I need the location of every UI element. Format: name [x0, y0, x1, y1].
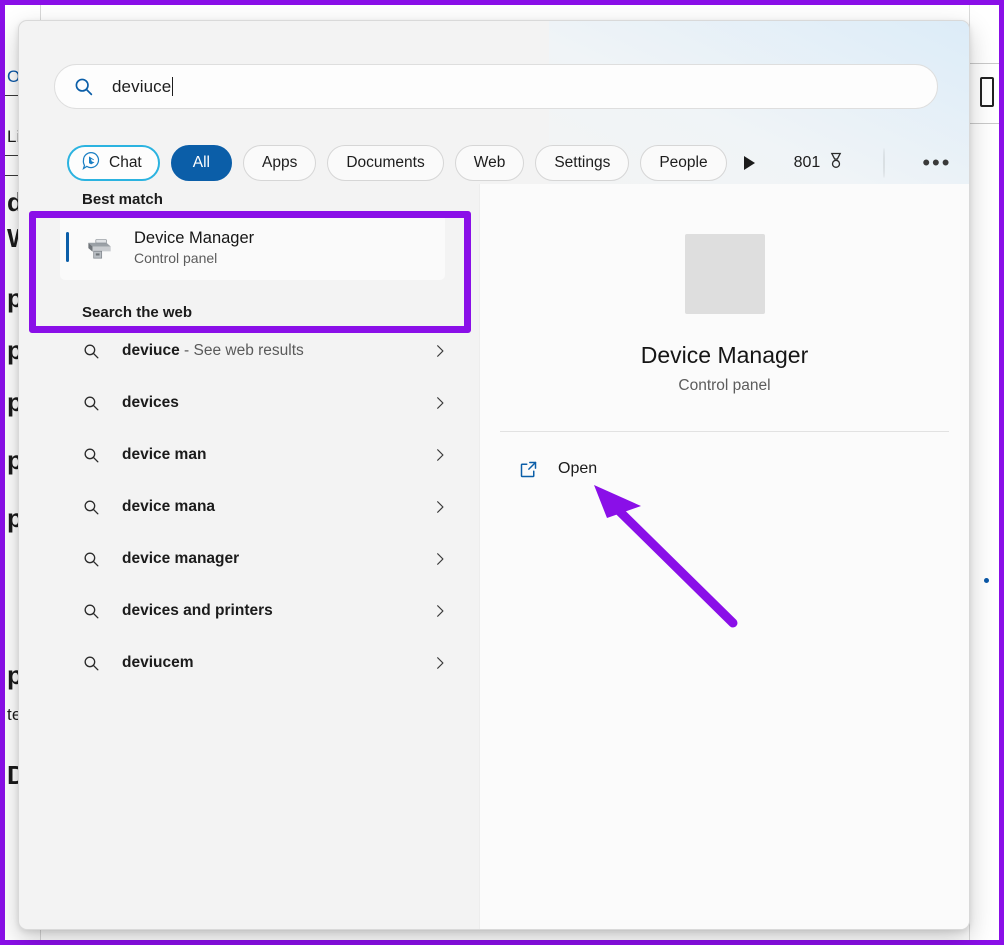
web-suggestion-row[interactable]: device mana	[60, 481, 465, 533]
background-marker-dot	[984, 578, 989, 583]
search-icon	[82, 602, 101, 621]
overflow-menu-icon[interactable]: •••	[922, 152, 951, 174]
web-suggestion-label: devices	[122, 394, 179, 412]
web-suggestion-row[interactable]: device manager	[60, 533, 465, 585]
web-suggestion-label: device mana	[122, 498, 215, 516]
filter-pill-label: Web	[473, 154, 506, 171]
best-match-heading: Best match	[82, 191, 163, 208]
detail-subtitle: Control panel	[678, 377, 771, 394]
device-manager-icon	[82, 230, 116, 264]
search-input-value: deviuce	[112, 76, 172, 96]
web-suggestion-row[interactable]: device man	[60, 429, 465, 481]
web-suggestion-label: device manager	[122, 550, 239, 568]
result-detail-panel: Device Manager Control panel Open	[479, 184, 969, 929]
bing-chat-icon	[81, 151, 101, 176]
web-suggestion-row[interactable]: devices and printers	[60, 585, 465, 637]
filter-pill-apps[interactable]: Apps	[242, 145, 317, 181]
web-suggestion-label: devices and printers	[122, 602, 273, 620]
suggestion-term: devices	[122, 394, 179, 411]
web-suggestion-label: deviuce - See web results	[122, 342, 304, 360]
chevron-right-icon	[433, 396, 447, 410]
rewards-medal-icon	[826, 151, 846, 176]
suggestion-term: deviuce	[122, 342, 180, 359]
search-icon	[82, 342, 101, 361]
selection-indicator	[66, 232, 69, 262]
open-action-button[interactable]: Open	[500, 452, 969, 486]
search-icon	[73, 76, 94, 97]
chevron-right-icon	[433, 552, 447, 566]
filter-pill-settings[interactable]: Settings	[535, 145, 630, 181]
best-match-subtitle: Control panel	[134, 250, 218, 267]
screenshot-root: OffLibdaWppppppteD deviuce	[0, 0, 1004, 945]
chevron-right-icon	[433, 500, 447, 514]
search-icon	[82, 550, 101, 569]
rewards-counter[interactable]: 801	[794, 151, 847, 176]
open-action-label: Open	[558, 460, 598, 477]
chevron-right-icon	[433, 344, 447, 358]
suggestion-term: devices and printers	[122, 602, 273, 619]
detail-title: Device Manager	[640, 342, 809, 368]
filter-pill-people[interactable]: People	[640, 145, 727, 181]
search-icon	[82, 654, 101, 673]
detail-divider	[500, 431, 949, 432]
search-results-column: Best match Device Manager Control panel …	[19, 191, 479, 929]
avatar[interactable]	[883, 148, 886, 178]
text-caret	[172, 77, 174, 96]
search-the-web-heading: Search the web	[82, 304, 193, 321]
filter-pill-label: Apps	[261, 154, 298, 171]
chevron-right-icon	[433, 656, 447, 670]
filter-pill-label: Settings	[554, 154, 611, 171]
suggestion-term: device man	[122, 446, 207, 463]
filter-pill-documents[interactable]: Documents	[327, 145, 444, 181]
background-rule	[969, 63, 999, 64]
suggestion-suffix: - See web results	[179, 342, 304, 359]
search-icon	[82, 498, 101, 517]
app-thumbnail-placeholder	[684, 234, 765, 314]
search-icon	[82, 394, 101, 413]
chevron-right-icon	[433, 604, 447, 618]
chevron-right-icon	[433, 448, 447, 462]
suggestion-term: device mana	[122, 498, 216, 515]
filter-pill-all[interactable]: All	[170, 145, 232, 181]
search-input[interactable]: deviuce	[54, 64, 938, 109]
search-filter-bar: Chat All Apps Documents Web Settings People 8…	[67, 141, 967, 185]
web-suggestion-label: deviucem	[122, 654, 194, 672]
web-suggestion-row[interactable]: deviucem	[60, 637, 465, 689]
filter-pill-web[interactable]: Web	[454, 145, 525, 181]
best-match-row[interactable]: Device Manager Control panel	[60, 214, 445, 280]
filter-pill-chat[interactable]: Chat	[67, 145, 160, 181]
windows-search-flyout: deviuce Chat All Apps Documents Web Settings…	[18, 20, 970, 930]
filter-pill-label: People	[659, 154, 708, 171]
open-external-icon	[518, 459, 539, 480]
web-suggestion-row[interactable]: devices	[60, 377, 465, 429]
background-rule	[969, 123, 999, 124]
filter-pill-chat-label: Chat	[109, 154, 142, 171]
more-filters-arrow-icon[interactable]	[743, 148, 755, 178]
filter-pill-label: All	[192, 154, 210, 171]
web-suggestion-label: device man	[122, 446, 206, 464]
suggestion-term: device manager	[122, 550, 240, 567]
background-right-column	[969, 5, 999, 940]
best-match-title: Device Manager	[134, 228, 255, 247]
rewards-points: 801	[793, 154, 821, 171]
filter-pill-label: Documents	[346, 154, 425, 171]
web-suggestion-list: deviuce - See web results devices device m…	[19, 325, 479, 689]
background-checkbox-glyph	[980, 77, 994, 107]
suggestion-term: deviucem	[122, 654, 194, 671]
search-icon	[82, 446, 101, 465]
filter-pill-list: All Apps Documents Web Settings People	[170, 145, 727, 181]
web-suggestion-row[interactable]: deviuce - See web results	[60, 325, 465, 377]
